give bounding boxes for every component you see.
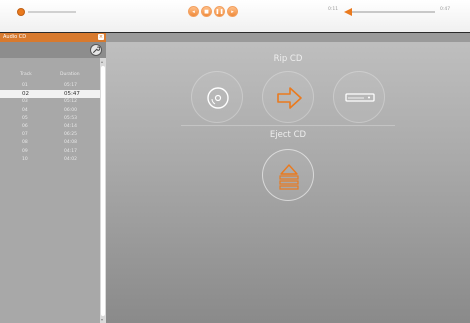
time-total: 0:47 [440,7,451,12]
time-elapsed: 0:11 [328,7,339,12]
track-duration: 06:00 [64,107,77,113]
track-duration: 05:12 [64,99,77,105]
scroll-up-icon[interactable]: ▴ [101,59,103,64]
cd-disc-icon [207,87,229,109]
column-duration[interactable]: Duration [60,72,80,77]
rip-start-button[interactable] [262,71,314,123]
eject-cd-title: Eject CD [269,130,307,140]
wrench-icon[interactable] [90,44,102,56]
track-row[interactable]: 01 05:17 [0,82,100,90]
volume-slider-track[interactable] [28,11,76,13]
track-row[interactable]: 02 05:47 [0,90,100,99]
next-button[interactable]: ▸ [227,6,238,17]
track-number: 04 [22,107,28,113]
rip-destination-button[interactable] [333,71,385,123]
column-track[interactable]: Track [20,72,32,77]
next-icon: ▸ [231,9,234,15]
sidebar: Audio CD × Track Duration 01 05:17 02 05:47… [0,33,106,323]
track-row[interactable]: 07 06:25 [0,131,100,139]
track-duration: 05:17 [64,83,77,88]
track-list-header: Track Duration [0,58,100,80]
track-number: 07 [22,132,28,138]
previous-button[interactable]: ◂ [188,6,199,17]
main-panel: Rip CD Eject CD [106,33,470,323]
track-duration: 04:08 [64,140,77,146]
track-number: 10 [22,156,28,162]
rip-source-button[interactable] [191,71,243,123]
volume-knob[interactable] [17,8,25,16]
section-divider [181,125,395,126]
track-row[interactable]: 06 04:14 [0,123,100,131]
track-duration: 06:25 [64,132,77,138]
pause-button[interactable]: ❚❚ [214,6,225,17]
track-row[interactable]: 03 05:12 [0,98,100,106]
track-number: 01 [22,83,28,88]
track-rows: 01 05:17 02 05:47 03 05:12 04 06:00 05 05:53 06 04:… [0,82,100,164]
track-row[interactable]: 10 04:02 [0,156,100,164]
cd-ripper-window: ◂ ■ ❚❚ ▸ 0:11 0:47 Audio CD × Track Dura… [0,0,470,323]
eject-stack-icon [279,164,299,190]
main-top-strip [106,33,470,42]
drive-icon [345,93,375,102]
track-number: 02 [22,91,29,98]
track-number: 08 [22,140,28,146]
stop-icon: ■ [204,9,209,15]
close-icon[interactable]: × [98,34,104,40]
scroll-down-icon[interactable]: ▾ [101,317,103,322]
track-duration: 04:02 [64,156,77,162]
track-duration: 04:17 [64,148,77,154]
scrollbar-thumb[interactable] [101,66,105,316]
track-row[interactable]: 08 04:08 [0,139,100,147]
previous-icon: ◂ [192,9,195,15]
track-list: Track Duration 01 05:17 02 05:47 03 05:12 04 06… [0,58,100,323]
source-label: Audio CD [3,34,27,40]
eject-cd-button[interactable] [262,149,314,201]
track-duration: 05:47 [64,91,80,98]
stop-button[interactable]: ■ [201,6,212,17]
transport-bar: ◂ ■ ❚❚ ▸ 0:11 0:47 [0,0,470,33]
track-number: 03 [22,99,28,105]
track-duration: 04:14 [64,123,77,129]
track-row[interactable]: 04 06:00 [0,107,100,115]
track-number: 06 [22,123,28,129]
seek-slider[interactable] [352,11,435,13]
seek-thumb[interactable] [344,8,352,16]
sidebar-toolbar [0,42,106,58]
rip-cd-title: Rip CD [273,54,303,64]
source-header[interactable]: Audio CD × [0,33,106,42]
track-row[interactable]: 09 04:17 [0,148,100,156]
arrow-right-icon [277,87,302,109]
track-duration: 05:53 [64,115,77,121]
track-row[interactable]: 05 05:53 [0,115,100,123]
pause-icon: ❚❚ [215,9,224,15]
track-number: 05 [22,115,28,121]
track-number: 09 [22,148,28,154]
